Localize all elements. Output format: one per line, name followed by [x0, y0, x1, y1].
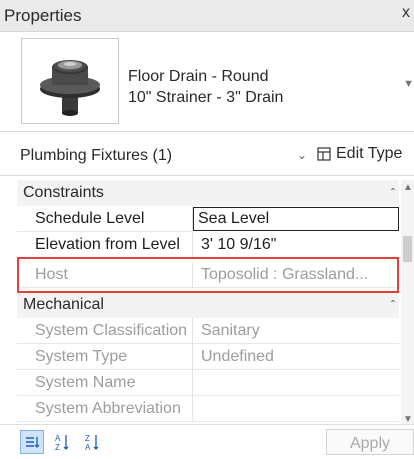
property-name: System Name — [17, 370, 193, 396]
property-name: System Type — [17, 344, 193, 370]
property-row-system-classification: System Classification Sanitary — [17, 318, 399, 344]
collapse-icon[interactable]: ˆ — [391, 292, 395, 318]
property-name: Schedule Level — [17, 206, 193, 232]
family-name: Floor Drain - Round — [128, 68, 269, 85]
apply-button[interactable]: Apply — [326, 429, 414, 455]
svg-text:A: A — [55, 434, 61, 443]
property-name: Elevation from Level — [17, 232, 193, 258]
collapse-icon[interactable]: ˆ — [391, 180, 395, 206]
edit-type-label: Edit Type — [336, 145, 403, 162]
properties-footer: A Z Z A Apply — [0, 424, 414, 459]
property-value: Sanitary — [193, 318, 399, 344]
panel-title: Properties — [4, 6, 82, 25]
section-mechanical[interactable]: Mechanical ˆ — [17, 292, 399, 318]
property-value: Undefined — [193, 344, 399, 370]
host-field: Toposolid : Grassland... — [193, 262, 399, 288]
property-value — [193, 396, 399, 422]
property-value — [193, 370, 399, 396]
grid-scrollbar[interactable]: ▲ ▼ — [401, 180, 414, 427]
sort-descending-icon[interactable]: Z A — [80, 430, 104, 454]
sort-ascending-icon[interactable]: A Z — [50, 430, 74, 454]
chevron-down-icon[interactable]: ▼ — [403, 78, 414, 90]
type-name: Floor Drain - Round 10" Strainer - 3" Dr… — [128, 66, 283, 108]
property-name: System Abbreviation — [17, 396, 193, 422]
svg-text:A: A — [85, 443, 91, 451]
property-row-host: Host Toposolid : Grassland... — [17, 262, 399, 288]
categorized-view-icon[interactable] — [20, 430, 44, 454]
edit-type-icon — [317, 147, 331, 161]
property-name: System Classification — [17, 318, 193, 344]
section-title: Mechanical — [23, 296, 104, 313]
property-row-system-abbreviation: System Abbreviation — [17, 396, 399, 422]
property-row-schedule-level[interactable]: Schedule Level Sea Level — [17, 206, 399, 232]
scrollbar-thumb[interactable] — [403, 236, 412, 262]
elevation-field[interactable]: 3' 10 9/16" — [193, 232, 399, 258]
section-constraints[interactable]: Constraints ˆ — [17, 180, 399, 206]
type-selector[interactable]: Floor Drain - Round 10" Strainer - 3" Dr… — [0, 32, 414, 132]
property-name: Host — [17, 262, 193, 288]
svg-text:Z: Z — [85, 434, 90, 443]
properties-titlebar: Properties x — [0, 0, 414, 32]
edit-type-button[interactable]: Edit Type — [317, 145, 402, 163]
category-filter-dropdown[interactable]: Plumbing Fixtures (1) — [20, 147, 172, 165]
property-row-system-name: System Name — [17, 370, 399, 396]
schedule-level-field[interactable]: Sea Level — [193, 207, 399, 231]
close-icon[interactable]: x — [402, 4, 410, 22]
type-label: 10" Strainer - 3" Drain — [128, 89, 284, 106]
chevron-down-icon[interactable]: ⌄ — [297, 148, 307, 162]
section-title: Constraints — [23, 184, 104, 201]
property-row-elevation[interactable]: Elevation from Level 3' 10 9/16" — [17, 232, 399, 258]
svg-text:Z: Z — [55, 443, 60, 451]
scroll-up-icon[interactable]: ▲ — [403, 182, 413, 193]
category-filter: Plumbing Fixtures (1) ⌄ Edit Type — [0, 136, 414, 176]
properties-grid: Constraints ˆ Schedule Level Sea Level E… — [17, 180, 399, 427]
floor-drain-3d-icon — [21, 38, 119, 124]
property-row-system-type: System Type Undefined — [17, 344, 399, 370]
